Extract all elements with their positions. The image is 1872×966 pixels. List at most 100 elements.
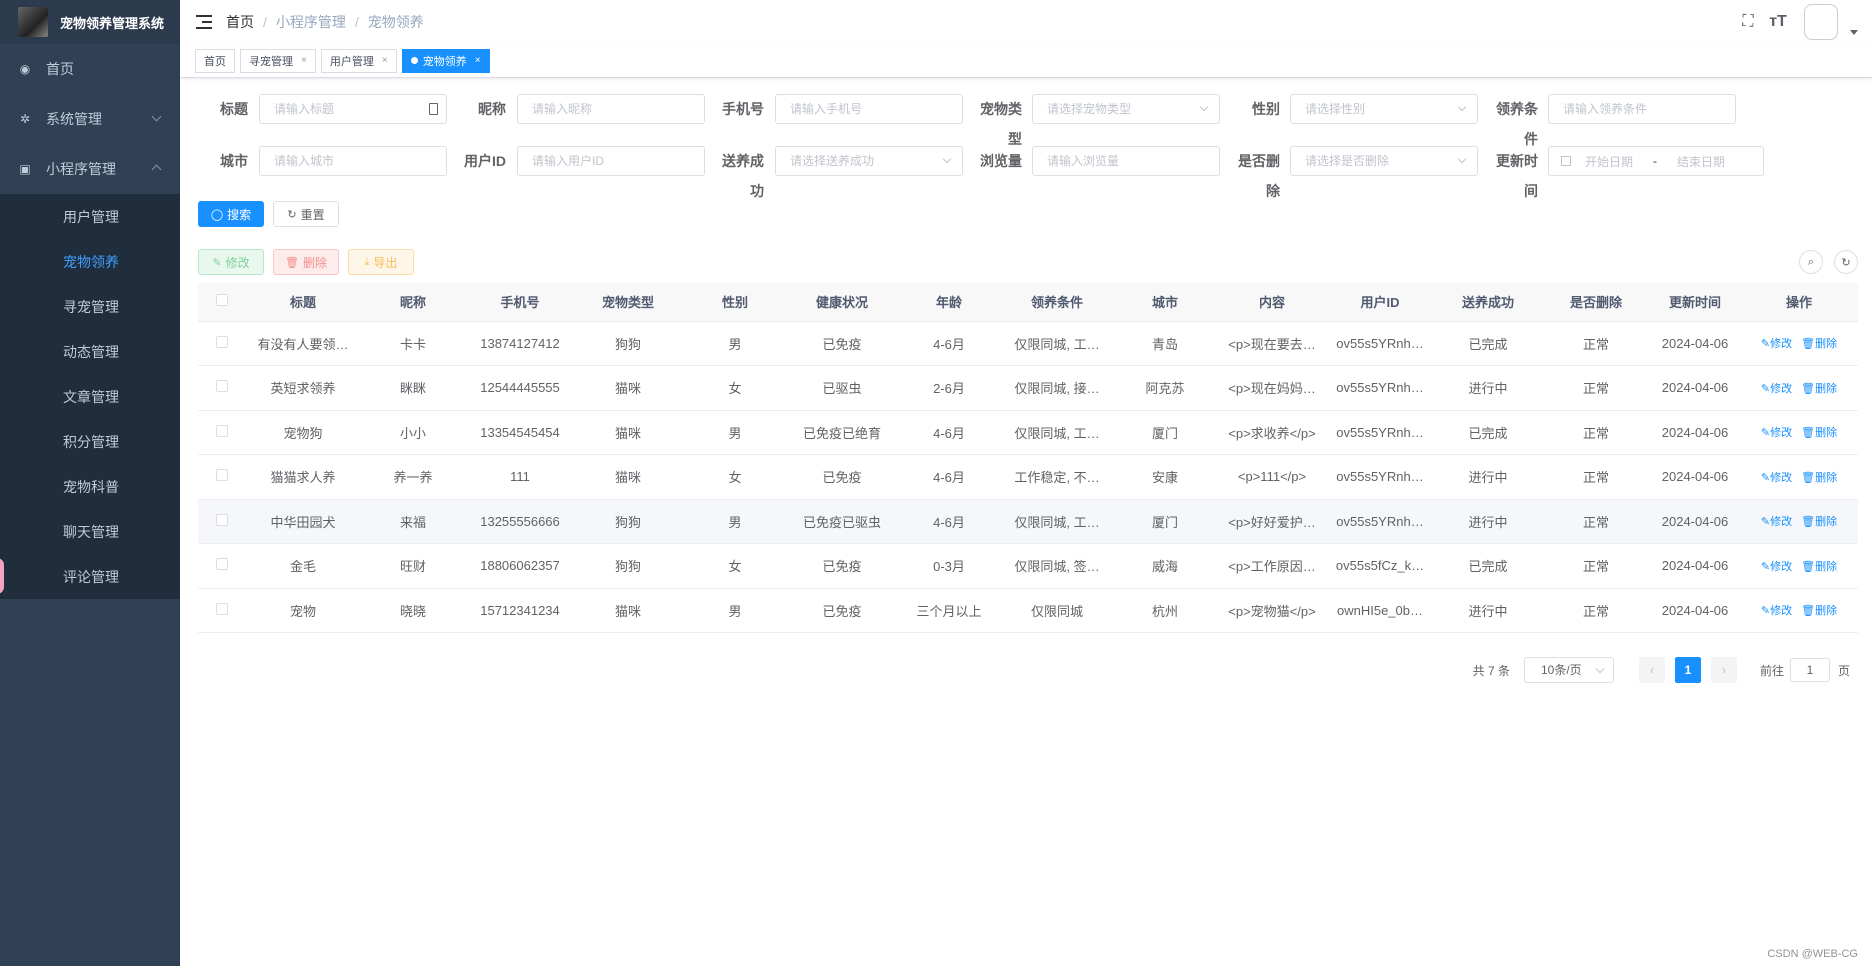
row-checkbox[interactable] xyxy=(198,321,246,366)
sidebar-item-system[interactable]: ✲ 系统管理 xyxy=(0,94,180,144)
reset-button[interactable]: ↻ 重置 xyxy=(273,201,339,227)
table-cell: 2024-04-06 xyxy=(1650,543,1740,589)
sidebar-item-pet-science[interactable]: 宠物科普 xyxy=(0,464,180,509)
select-all-checkbox[interactable] xyxy=(198,283,246,322)
toggle-search-button[interactable]: ⌕ xyxy=(1799,250,1823,274)
row-edit-link[interactable]: ✎修改 xyxy=(1761,472,1792,484)
close-icon[interactable]: × xyxy=(475,55,481,66)
logo[interactable]: 宠物领养管理系统 xyxy=(0,0,180,44)
table-row[interactable]: 猫猫求人养 养一养 111 猫咪女已免疫 4-6月 工作稳定, 不… 安康 <p>111</p… xyxy=(198,454,1858,500)
table-row[interactable]: 金毛 旺财 18806062357 狗狗女已免疫 0-3月 仅限同城, 签… 威海 <p>工作… xyxy=(198,543,1858,589)
sidebar-item-comments[interactable]: 评论管理 xyxy=(0,554,180,599)
sidebar-item-points[interactable]: 积分管理 xyxy=(0,419,180,464)
table-cell: 工作稳定, 不… xyxy=(1002,454,1112,500)
table-cell: 4-6月 xyxy=(896,321,1002,366)
close-icon[interactable]: × xyxy=(382,55,388,66)
next-page-button[interactable]: › xyxy=(1710,657,1737,683)
sidebar-item-posts[interactable]: 动态管理 xyxy=(0,329,180,374)
views-input[interactable]: 请输入浏览量 xyxy=(1032,146,1220,176)
row-delete-link[interactable]: 🗑删除 xyxy=(1801,427,1837,439)
row-checkbox[interactable] xyxy=(198,499,246,544)
deleted-select[interactable]: 请选择是否删除 xyxy=(1290,146,1478,176)
chevron-left-icon: ‹ xyxy=(1649,663,1654,677)
row-checkbox[interactable] xyxy=(198,588,246,633)
row-checkbox[interactable] xyxy=(198,543,246,589)
table-row[interactable]: 宠物 晓晓 15712341234 猫咪男已免疫 三个月以上 仅限同城 杭州 <p>宠物猫</… xyxy=(198,588,1858,633)
avatar[interactable] xyxy=(1804,4,1838,40)
row-edit-link[interactable]: ✎修改 xyxy=(1761,427,1792,439)
table-cell: 0-3月 xyxy=(896,543,1002,589)
row-actions: ✎修改 🗑删除 xyxy=(1740,499,1858,544)
sidebar-item-users[interactable]: 用户管理 xyxy=(0,194,180,239)
tab-home[interactable]: 首页 xyxy=(195,48,235,73)
date-range-picker[interactable]: 开始日期 - 结束日期 xyxy=(1548,146,1764,176)
table-row[interactable]: 英短求领养 眯眯 12544445555 猫咪女已驱虫 2-6月 仅限同城, 接… 阿克苏 <… xyxy=(198,365,1858,411)
goto-input[interactable]: 1 xyxy=(1789,658,1830,682)
fullscreen-icon[interactable]: ⛶ xyxy=(1738,12,1758,32)
row-edit-link[interactable]: ✎修改 xyxy=(1761,605,1792,617)
tab-adoption[interactable]: 宠物领养 × xyxy=(401,48,490,73)
floating-bubble[interactable] xyxy=(0,558,4,594)
table-cell: 进行中 xyxy=(1434,365,1542,411)
tab-users[interactable]: 用户管理 × xyxy=(320,48,397,73)
page-number[interactable]: 1 xyxy=(1674,657,1701,683)
condition-input[interactable]: 请输入领养条件 xyxy=(1548,94,1736,124)
sidebar-item-miniprogram[interactable]: ▣ 小程序管理 xyxy=(0,144,180,194)
row-actions: ✎修改 🗑删除 xyxy=(1740,365,1858,411)
table-row[interactable]: 宠物狗 小小 13354545454 猫咪男已免疫已绝育 4-6月 仅限同城, 工… 厦门 <… xyxy=(198,410,1858,455)
row-edit-link[interactable]: ✎修改 xyxy=(1761,383,1792,395)
search-button[interactable]: ◯ 搜索 xyxy=(198,201,264,227)
row-delete-link[interactable]: 🗑删除 xyxy=(1801,605,1837,617)
end-date[interactable]: 结束日期 xyxy=(1677,153,1725,170)
row-delete-link[interactable]: 🗑删除 xyxy=(1801,561,1837,573)
active-dot-icon xyxy=(410,57,418,64)
row-checkbox[interactable] xyxy=(198,365,246,411)
edit-button[interactable]: ✎ 修改 xyxy=(198,249,264,275)
nickname-input[interactable]: 请输入昵称 xyxy=(517,94,705,124)
user-id-input[interactable]: 请输入用户ID xyxy=(517,146,705,176)
sidebar-item-home[interactable]: ◉ 首页 xyxy=(0,44,180,94)
phone-input[interactable]: 请输入手机号 xyxy=(775,94,963,124)
table-cell: 已免疫 xyxy=(788,321,896,366)
pet-type-select[interactable]: 请选择宠物类型 xyxy=(1032,94,1220,124)
close-icon[interactable]: × xyxy=(301,55,307,66)
table-cell: 女 xyxy=(682,365,788,411)
city-input[interactable]: 请输入城市 xyxy=(259,146,447,176)
row-edit-link[interactable]: ✎修改 xyxy=(1761,338,1792,350)
table-row[interactable]: 有没有人要领… 卡卡 13874127412 狗狗男已免疫 4-6月 仅限同城, 工… 青岛… xyxy=(198,321,1858,366)
page-size-select[interactable]: 10条/页 xyxy=(1523,657,1614,683)
export-button[interactable]: ⤓ 导出 xyxy=(348,249,414,275)
table-cell: 12544445555 xyxy=(466,365,574,411)
tab-lost-pets[interactable]: 寻宠管理 × xyxy=(240,48,316,73)
prev-page-button[interactable]: ‹ xyxy=(1638,657,1665,683)
gender-select[interactable]: 请选择性别 xyxy=(1290,94,1478,124)
sidebar-item-chat[interactable]: 聊天管理 xyxy=(0,509,180,554)
title-input[interactable]: 请输入标题 xyxy=(259,94,447,124)
table-cell: 旺财 xyxy=(360,543,466,589)
row-edit-link[interactable]: ✎修改 xyxy=(1761,516,1792,528)
delete-button[interactable]: 🗑 删除 xyxy=(273,249,339,275)
table-cell: 正常 xyxy=(1542,365,1650,411)
hamburger-icon[interactable] xyxy=(196,15,212,29)
table-cell: 13874127412 xyxy=(466,321,574,366)
table-cell: 111 xyxy=(466,454,574,500)
table-row[interactable]: 中华田园犬 来福 13255556666 狗狗男已免疫已驱虫 4-6月 仅限同城, 工… 厦… xyxy=(198,499,1858,544)
sidebar-item-articles[interactable]: 文章管理 xyxy=(0,374,180,419)
breadcrumb-item[interactable]: 首页 xyxy=(226,12,254,32)
row-checkbox[interactable] xyxy=(198,410,246,455)
row-delete-link[interactable]: 🗑删除 xyxy=(1801,516,1837,528)
row-checkbox[interactable] xyxy=(198,454,246,500)
sidebar-item-lost-pets[interactable]: 寻宠管理 xyxy=(0,284,180,329)
refresh-button[interactable]: ↻ xyxy=(1834,250,1858,274)
table-cell: 猫咪 xyxy=(574,588,682,633)
sidebar-item-adoption[interactable]: 宠物领养 xyxy=(0,239,180,284)
font-size-icon[interactable]: тT xyxy=(1768,12,1788,32)
success-select[interactable]: 请选择送养成功 xyxy=(775,146,963,176)
start-date[interactable]: 开始日期 xyxy=(1585,153,1633,170)
row-edit-link[interactable]: ✎修改 xyxy=(1761,561,1792,573)
caret-down-icon[interactable] xyxy=(1850,29,1858,35)
table-cell: <p>求收养</p> xyxy=(1218,410,1326,455)
row-delete-link[interactable]: 🗑删除 xyxy=(1801,383,1837,395)
row-delete-link[interactable]: 🗑删除 xyxy=(1801,338,1837,350)
row-delete-link[interactable]: 🗑删除 xyxy=(1801,472,1837,484)
